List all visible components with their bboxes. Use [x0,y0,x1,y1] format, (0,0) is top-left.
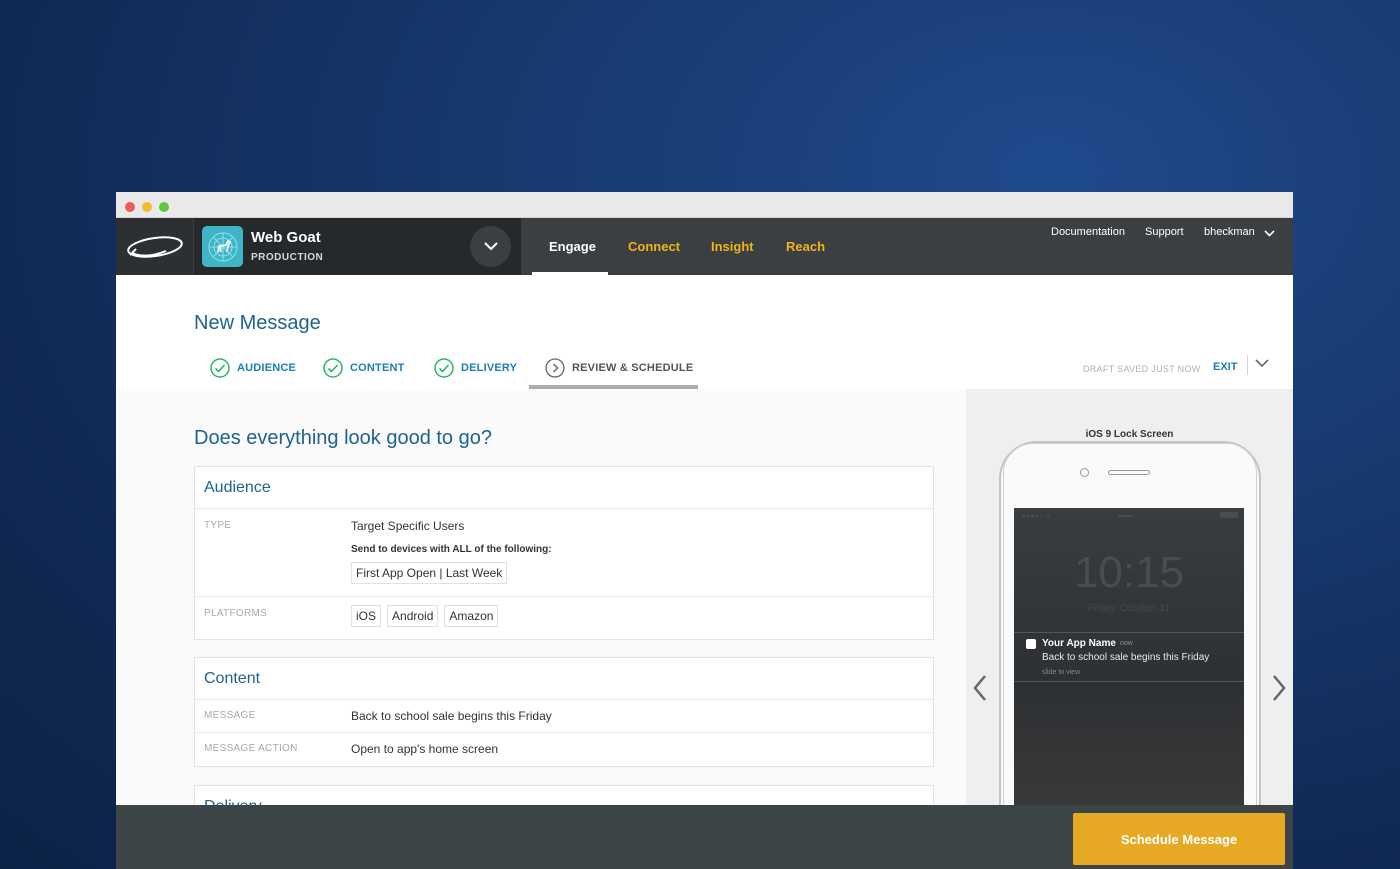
airship-logo[interactable] [116,218,193,275]
status-carrier: ●●●●○ ᯤ [1022,513,1052,520]
step-content[interactable]: CONTENT [323,358,405,378]
chevron-circle-icon [545,358,565,378]
platform-chip: iOS [351,605,382,627]
camera-icon [1080,468,1089,477]
preview-title: iOS 9 Lock Screen [1085,429,1174,440]
lock-date: Friday, October 31 [1087,603,1171,614]
lock-screen: ●●●●○ ᯤ ▬▬ 10:15 Friday, October 31 Your… [1014,508,1244,805]
airship-logo-icon [126,235,183,258]
notification-time: now [1120,640,1133,647]
audience-condition-text: Send to devices with ALL of the followin… [351,544,552,555]
review-panel: Does everything look good to go? Audienc… [116,389,966,845]
chevron-left-icon[interactable] [972,674,988,702]
nav-tab-engage[interactable]: Engage [549,239,596,254]
app-dropdown-button[interactable] [470,226,511,267]
action-footer: Schedule Message [116,805,1293,869]
speaker-icon [1108,470,1150,475]
device-preview: iOS 9 Lock Screen ●●●●○ ᯤ ▬▬ 10:15 Frida… [966,389,1293,805]
draft-status: DRAFT SAVED JUST NOW [1083,364,1201,374]
check-circle-icon [434,358,454,378]
nav-tab-reach[interactable]: Reach [786,239,825,254]
app-navbar: Web Goat PRODUCTION Engage Connect Insig… [116,218,1293,275]
audience-type-value: Target Specific Users [351,519,465,533]
step-audience[interactable]: AUDIENCE [210,358,296,378]
message-value: Back to school sale begins this Friday [351,709,552,723]
battery-icon [1220,512,1238,518]
user-menu[interactable]: bheckman [1204,226,1255,238]
app-icon [1026,639,1036,649]
message-action-row: MESSAGE ACTION Open to app's home screen [195,733,933,766]
push-notification: Your App Name now Back to school sale be… [1014,632,1244,682]
close-window-button[interactable] [125,202,135,212]
audience-condition-chip: First App Open | Last Week [351,562,508,584]
status-lock-icon: ▬▬ [1118,512,1132,519]
review-question: Does everything look good to go? [194,427,492,449]
message-row: MESSAGE Back to school sale begins this … [195,700,933,733]
documentation-link[interactable]: Documentation [1051,226,1125,238]
card-title: Audience [195,467,933,509]
check-circle-icon [210,358,230,378]
notification-app-name: Your App Name [1042,638,1116,649]
message-header: New Message AUDIENCE CONTENT DELIVERY RE… [116,275,1293,389]
content-card: Content MESSAGE Back to school sale begi… [194,657,934,767]
notification-message: Back to school sale begins this Friday [1042,652,1210,663]
step-label: REVIEW & SCHEDULE [572,362,694,374]
exit-button[interactable]: EXIT [1213,361,1237,373]
app-environment: PRODUCTION [251,252,324,263]
app-goat-icon [202,226,243,267]
zoom-window-button[interactable] [159,202,169,212]
support-link[interactable]: Support [1145,226,1184,238]
chevron-right-icon[interactable] [1271,674,1287,702]
app-switcher[interactable]: Web Goat PRODUCTION [194,218,521,275]
audience-platforms-row: PLATFORMS iOS Android Amazon [195,597,933,639]
step-delivery[interactable]: DELIVERY [434,358,517,378]
notification-slide-text: slide to view [1042,669,1081,676]
row-label: MESSAGE [204,710,256,721]
nav-tab-connect[interactable]: Connect [628,239,680,254]
platform-chip: Amazon [444,605,499,627]
card-title: Content [195,658,933,700]
platform-list: iOS Android Amazon [351,605,504,627]
nav-tab-insight[interactable]: Insight [711,239,754,254]
platform-chip: Android [387,605,439,627]
chevron-down-icon[interactable] [1264,230,1275,237]
app-window: Web Goat PRODUCTION Engage Connect Insig… [116,192,1293,869]
chevron-down-icon [483,242,498,251]
minimize-window-button[interactable] [142,202,152,212]
row-label: MESSAGE ACTION [204,743,298,754]
step-label: CONTENT [350,362,405,374]
row-label: TYPE [204,520,232,531]
step-label: DELIVERY [461,362,518,374]
row-label: PLATFORMS [204,608,268,619]
lock-clock: 10:15 [1073,548,1185,597]
window-titlebar [116,192,1293,218]
audience-card: Audience TYPE Target Specific Users Send… [194,466,934,640]
check-circle-icon [323,358,343,378]
chevron-down-icon[interactable] [1255,359,1269,368]
step-label: AUDIENCE [237,362,297,374]
audience-type-row: TYPE Target Specific Users Send to devic… [195,509,933,597]
page-title: New Message [194,312,321,334]
schedule-message-button[interactable]: Schedule Message [1073,813,1285,865]
divider [1247,355,1248,375]
step-review-schedule[interactable]: REVIEW & SCHEDULE [545,358,693,378]
app-name: Web Goat [251,229,321,246]
message-action-value: Open to app's home screen [351,742,499,756]
